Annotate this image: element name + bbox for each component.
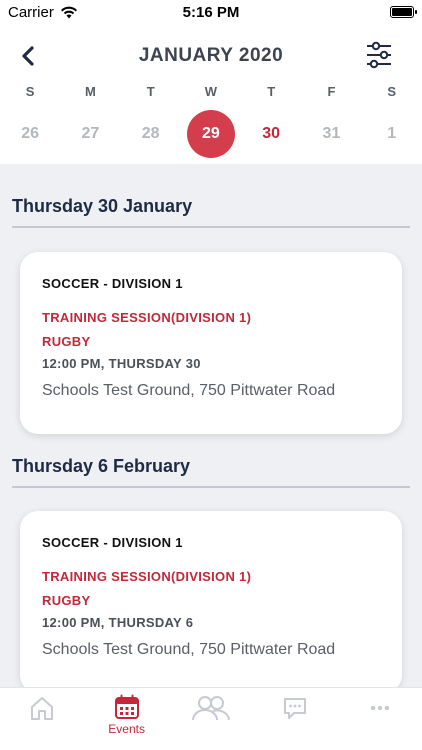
dates-row: 26 27 28 29 30 31 1 — [0, 110, 422, 158]
tab-events[interactable]: Events — [84, 688, 168, 750]
day-of-week: S — [25, 84, 35, 99]
tab-bar: Events — [0, 687, 422, 750]
status-time: 5:16 PM — [182, 3, 240, 21]
date-cell[interactable]: 27 — [60, 110, 120, 158]
event-team: SOCCER - DIVISION 1 — [42, 276, 183, 291]
tab-people[interactable] — [169, 688, 253, 750]
day-of-week: T — [146, 84, 155, 99]
event-time: 12:00 PM, THURSDAY 30 — [42, 356, 201, 371]
event-session: TRAINING SESSION(DIVISION 1) — [42, 310, 252, 325]
back-button[interactable] — [14, 42, 42, 70]
filter-button[interactable] — [364, 40, 394, 70]
day-of-week: M — [84, 84, 96, 99]
tab-events-label: Events — [108, 722, 145, 736]
home-icon — [31, 697, 54, 720]
date-cell[interactable]: 31 — [301, 110, 361, 158]
event-location: Schools Test Ground, 750 Pittwater Road — [42, 641, 336, 658]
event-team: SOCCER - DIVISION 1 — [42, 535, 183, 550]
event-card[interactable]: SOCCER - DIVISION 1 TRAINING SESSION(DIV… — [20, 511, 402, 687]
status-left: Carrier — [8, 4, 118, 21]
days-of-week-row: S M T W T F S — [0, 84, 422, 99]
month-title: JANUARY 2020 — [138, 45, 284, 66]
divider — [12, 486, 410, 488]
event-sport: RUGBY — [42, 593, 91, 608]
date-cell-selected[interactable]: 29 — [181, 110, 241, 158]
events-list[interactable]: Thursday 30 January SOCCER - DIVISION 1 … — [0, 164, 422, 687]
event-sport: RUGBY — [42, 334, 91, 349]
chat-icon — [284, 698, 307, 719]
calendar-icon — [114, 694, 139, 719]
event-session: TRAINING SESSION(DIVISION 1) — [42, 569, 252, 584]
day-of-week: T — [267, 84, 276, 99]
carrier-label: Carrier — [8, 3, 54, 21]
tab-more[interactable] — [338, 688, 422, 750]
date-cell[interactable]: 26 — [0, 110, 60, 158]
status-bar: Carrier 5:16 PM — [0, 0, 422, 24]
calendar-header: JANUARY 2020 S M T W T F S 26 27 28 29 3… — [0, 24, 422, 164]
event-location: Schools Test Ground, 750 Pittwater Road — [42, 382, 336, 399]
date-cell-event[interactable]: 30 — [241, 110, 301, 158]
tab-chat[interactable] — [253, 688, 337, 750]
wifi-icon — [60, 6, 77, 18]
divider — [12, 226, 410, 228]
event-time: 12:00 PM, THURSDAY 6 — [42, 615, 194, 630]
date-cell[interactable]: 28 — [121, 110, 181, 158]
chevron-left-icon — [22, 46, 34, 66]
people-icon — [192, 696, 231, 721]
day-of-week: F — [327, 84, 336, 99]
date-cell[interactable]: 1 — [362, 110, 422, 158]
tab-home[interactable] — [0, 688, 84, 750]
battery-icon — [389, 6, 417, 18]
more-icon — [370, 705, 390, 711]
day-of-week: S — [387, 84, 397, 99]
month-row: JANUARY 2020 — [0, 38, 422, 74]
day-heading: Thursday 6 February — [12, 456, 191, 476]
day-of-week: W — [204, 84, 218, 99]
status-right — [304, 6, 417, 18]
sliders-icon — [367, 41, 391, 69]
event-card[interactable]: SOCCER - DIVISION 1 TRAINING SESSION(DIV… — [20, 252, 402, 434]
day-heading: Thursday 30 January — [12, 196, 193, 216]
